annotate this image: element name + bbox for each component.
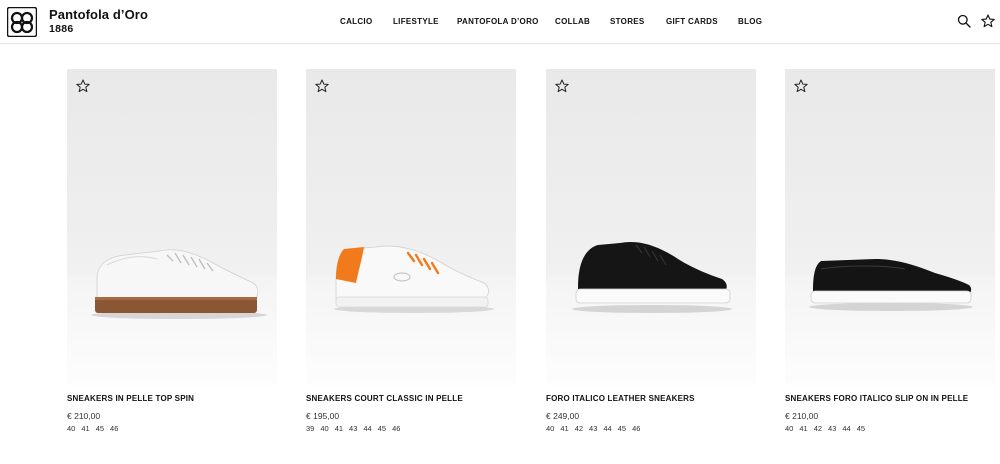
size-option[interactable]: 45 xyxy=(618,424,626,433)
nav-item-lifestyle[interactable]: LIFESTYLE xyxy=(393,17,439,26)
product-card[interactable]: SNEAKERS IN PELLE TOP SPIN € 210,00 40 41… xyxy=(67,69,277,433)
nav-item-blog[interactable]: BLOG xyxy=(738,17,762,26)
size-option[interactable]: 42 xyxy=(575,424,583,433)
product-image[interactable] xyxy=(546,69,756,385)
product-image[interactable] xyxy=(306,69,516,385)
product-sizes: 40 41 42 43 44 45 46 xyxy=(546,424,756,433)
nav-item-gift-cards[interactable]: GIFT CARDS xyxy=(666,17,718,26)
product-image[interactable] xyxy=(67,69,277,385)
product-name[interactable]: SNEAKERS IN PELLE TOP SPIN xyxy=(67,394,277,403)
product-sizes: 40 41 45 46 xyxy=(67,424,277,433)
size-option[interactable]: 42 xyxy=(814,424,822,433)
slip-on-black-white-sole xyxy=(809,259,973,311)
size-option[interactable]: 40 xyxy=(546,424,554,433)
size-option[interactable]: 40 xyxy=(67,424,75,433)
size-option[interactable]: 41 xyxy=(560,424,568,433)
size-option[interactable]: 43 xyxy=(828,424,836,433)
product-price: € 210,00 xyxy=(67,411,101,421)
product-price: € 210,00 xyxy=(785,411,819,421)
size-option[interactable]: 40 xyxy=(320,424,328,433)
sneaker-white-gum-sole xyxy=(91,249,267,319)
product-price: € 195,00 xyxy=(306,411,340,421)
size-option[interactable]: 46 xyxy=(110,424,118,433)
size-option[interactable]: 44 xyxy=(842,424,850,433)
size-option[interactable]: 43 xyxy=(349,424,357,433)
nav-item-pantofola-doro[interactable]: PANTOFOLA D’ORO xyxy=(457,17,539,26)
size-option[interactable]: 40 xyxy=(785,424,793,433)
size-option[interactable]: 46 xyxy=(632,424,640,433)
nav-item-calcio[interactable]: CALCIO xyxy=(340,17,372,26)
star-icon[interactable] xyxy=(981,14,995,28)
sneaker-black-white-sole xyxy=(572,241,732,313)
size-option[interactable]: 45 xyxy=(96,424,104,433)
size-option[interactable]: 45 xyxy=(857,424,865,433)
size-option[interactable]: 43 xyxy=(589,424,597,433)
product-name[interactable]: FORO ITALICO LEATHER SNEAKERS xyxy=(546,394,756,403)
nav-item-collab[interactable]: COLLAB xyxy=(555,17,590,26)
size-option[interactable]: 41 xyxy=(81,424,89,433)
size-option[interactable]: 45 xyxy=(378,424,386,433)
size-option[interactable]: 44 xyxy=(363,424,371,433)
size-option[interactable]: 46 xyxy=(392,424,400,433)
size-option[interactable]: 39 xyxy=(306,424,314,433)
search-icon[interactable] xyxy=(957,14,971,28)
product-price: € 249,00 xyxy=(546,411,580,421)
sneaker-white-orange-heel xyxy=(334,245,494,313)
size-option[interactable]: 44 xyxy=(603,424,611,433)
product-card[interactable]: SNEAKERS FORO ITALICO SLIP ON IN PELLE €… xyxy=(785,69,995,433)
size-option[interactable]: 41 xyxy=(335,424,343,433)
product-name[interactable]: SNEAKERS COURT CLASSIC IN PELLE xyxy=(306,394,516,403)
site-header: Pantofola d’Oro 1886 CALCIO LIFESTYLE PA… xyxy=(0,0,1000,44)
product-sizes: 40 41 42 43 44 45 xyxy=(785,424,995,433)
product-name[interactable]: SNEAKERS FORO ITALICO SLIP ON IN PELLE xyxy=(785,394,995,403)
nav-item-stores[interactable]: STORES xyxy=(610,17,645,26)
main-nav: CALCIO LIFESTYLE PANTOFOLA D’ORO COLLAB … xyxy=(0,17,1000,29)
product-image[interactable] xyxy=(785,69,995,385)
product-card[interactable]: SNEAKERS COURT CLASSIC IN PELLE € 195,00… xyxy=(306,69,516,433)
size-option[interactable]: 41 xyxy=(799,424,807,433)
product-card[interactable]: FORO ITALICO LEATHER SNEAKERS € 249,00 4… xyxy=(546,69,756,433)
product-sizes: 39 40 41 43 44 45 46 xyxy=(306,424,516,433)
